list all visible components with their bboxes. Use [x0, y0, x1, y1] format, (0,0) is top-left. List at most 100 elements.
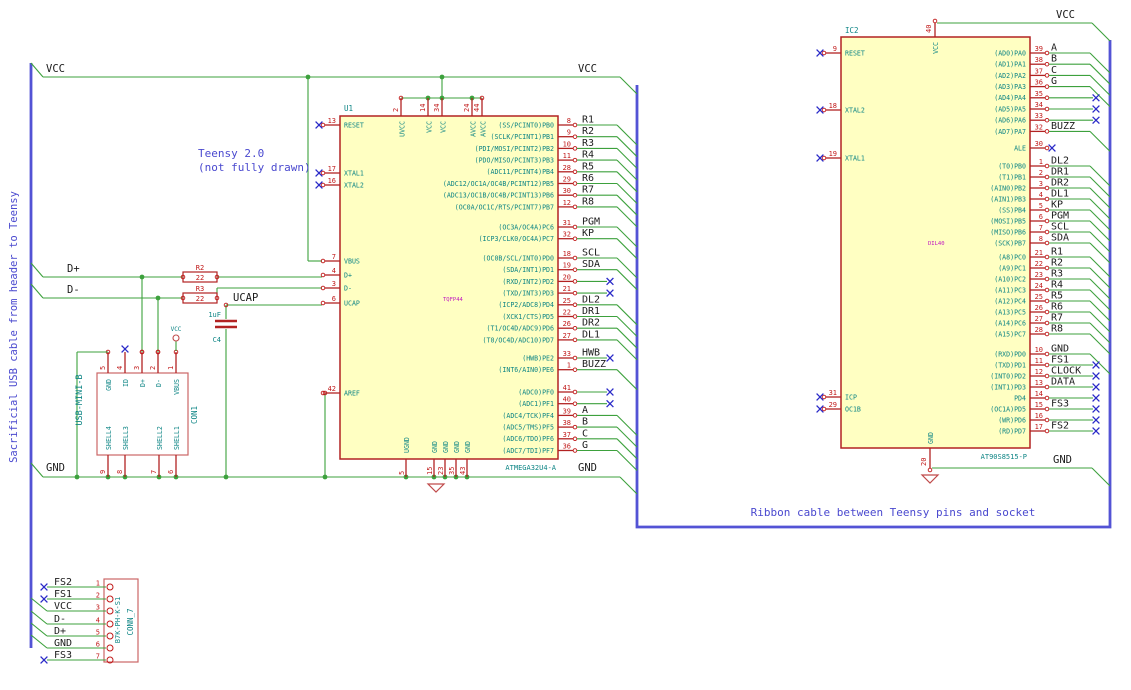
net-label: DR2 — [1051, 178, 1069, 189]
pin-number: 4 — [116, 366, 124, 370]
pin-name: (ADC4/TCK)PF4 — [502, 412, 554, 420]
pin-number: 29 — [829, 401, 837, 409]
pin-name: (AD7)PA7 — [994, 128, 1026, 136]
no-connect-icon — [1092, 116, 1100, 125]
note-ribbon-cable: Ribbon cable between Teensy pins and soc… — [751, 506, 1036, 519]
pin-name: VBUS — [173, 379, 181, 395]
pin-end — [1044, 428, 1050, 434]
pin-number: 17 — [328, 165, 336, 173]
pin-name: UCAP — [344, 299, 360, 307]
pin-name: (AD2)PA2 — [994, 72, 1026, 80]
pin-number: 8 — [116, 470, 124, 474]
pin-number: 14 — [419, 104, 427, 112]
pin-name: (ADC0)PF0 — [518, 388, 554, 396]
capacitor-ref: C4 — [213, 336, 221, 344]
pin-name: GND — [431, 441, 439, 453]
pin-number: 16 — [328, 177, 336, 185]
pin-end — [1044, 240, 1050, 246]
pin-number: 29 — [563, 176, 571, 184]
pin-end — [1044, 395, 1050, 401]
pin-number: 42 — [328, 385, 336, 393]
bus-entry — [616, 269, 638, 291]
pin-end — [1044, 50, 1050, 56]
net-label: FS1 — [54, 589, 72, 600]
net-label: SCL — [582, 248, 600, 259]
pin-number: 40 — [925, 25, 933, 33]
bus-entry — [616, 304, 638, 326]
pin-name: D+ — [344, 271, 352, 279]
resistor-ref: R3 — [196, 285, 204, 293]
bus-entry — [1089, 220, 1111, 242]
net-label: GND — [1051, 344, 1069, 355]
resistor-value: 22 — [196, 295, 204, 303]
net-label: DL2 — [582, 294, 600, 305]
net-label: BUZZ — [1051, 121, 1075, 132]
pin-name: (A9)PC1 — [998, 264, 1026, 272]
net-label: A — [1051, 43, 1057, 54]
pin-number: 27 — [1035, 315, 1043, 323]
pin-end — [572, 255, 578, 261]
pin-name: (ADC11/PCINT4)PB4 — [487, 168, 555, 176]
pin-end — [1044, 373, 1050, 379]
pin-number: 4 — [1039, 191, 1043, 199]
bus-entry — [616, 327, 638, 349]
pin-name: (TXD/INT3)PD3 — [502, 290, 554, 298]
pin-number: 6 — [1039, 213, 1043, 221]
no-connect-icon — [40, 656, 48, 664]
pin-name: (ICP2/ADC8)PD4 — [498, 301, 554, 309]
pin-number: 10 — [563, 140, 571, 148]
pin-end — [1044, 331, 1050, 337]
pin-pad — [106, 607, 114, 615]
pin-name: ICP — [845, 393, 857, 401]
pin-number: 27 — [563, 332, 571, 340]
pin-name: (AD5)PA5 — [994, 105, 1026, 113]
net-label: R5 — [582, 161, 594, 172]
pin-end — [572, 157, 578, 163]
connector-ref: CON1 — [190, 406, 199, 424]
no-connect-icon — [606, 388, 614, 396]
net-label: R1 — [1051, 247, 1063, 258]
net-label: FS2 — [54, 577, 72, 588]
capacitor-value: 1uF — [208, 311, 221, 319]
pin-name: UGND — [403, 437, 411, 453]
net-label: VCC — [54, 601, 72, 612]
pin-name: XTAL2 — [344, 181, 364, 189]
bus-entry — [1089, 267, 1111, 289]
pin-name: (AD4)PA4 — [994, 94, 1026, 102]
pin-name: XTAL2 — [845, 106, 865, 114]
pin-name: (OC0A/OC1C/RTS/PCINT7)PB7 — [455, 203, 554, 211]
pin-number: 12 — [1035, 368, 1043, 376]
net-label: SDA — [582, 259, 600, 270]
vcc-label: VCC — [171, 326, 182, 333]
pin-name: (AD3)PA3 — [994, 83, 1026, 91]
bus-entry — [619, 76, 638, 95]
pin-name: SHELL3 — [122, 426, 130, 450]
pin-end — [572, 236, 578, 241]
pin-number: 19 — [829, 150, 837, 158]
pin-name: (ADC7/TDI)PF7 — [502, 447, 554, 455]
pin-name: GND — [442, 441, 450, 453]
pin-name: GND — [453, 441, 461, 453]
pin-number: 28 — [563, 164, 571, 172]
pin-end — [1044, 95, 1050, 101]
pin-end — [320, 170, 326, 176]
pin-end — [1044, 406, 1050, 412]
bus-entry — [30, 62, 44, 78]
pin-end — [1044, 229, 1050, 235]
net-label: B — [1051, 54, 1057, 65]
pin-number: 7 — [332, 253, 336, 261]
pin-name: VCC — [440, 121, 448, 133]
pin-end — [572, 367, 578, 372]
pin-number: 38 — [1035, 56, 1043, 64]
pin-end — [572, 146, 578, 151]
no-connect-icon — [40, 595, 48, 603]
pin-end — [1044, 320, 1050, 326]
pin-end — [1044, 384, 1050, 390]
pin-name: RESET — [344, 121, 364, 129]
pin-number: 7 — [150, 470, 158, 474]
bus-entry — [1089, 187, 1111, 209]
pin-name: AVCC — [470, 121, 478, 137]
pin-name: (A12)PC4 — [994, 297, 1026, 305]
pin-name: RESET — [845, 49, 865, 57]
pin-name: (A14)PC6 — [994, 319, 1026, 327]
